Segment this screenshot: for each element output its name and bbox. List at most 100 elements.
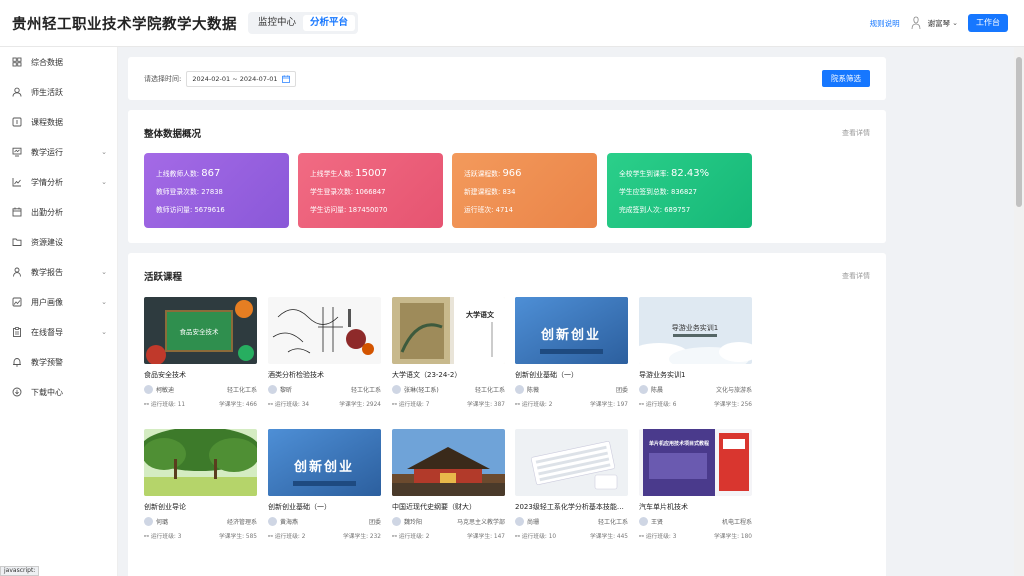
calendar-icon: [282, 74, 291, 83]
learn-students-value: 2924: [366, 402, 381, 408]
course-title[interactable]: 导游业务实训1: [639, 370, 752, 380]
department-filter-button[interactable]: 院系筛选: [822, 70, 870, 87]
course-thumbnail[interactable]: 创新创业: [268, 429, 381, 496]
sidebar-item-label: 资源建设: [31, 237, 63, 247]
sidebar-item-5[interactable]: 出勤分析: [0, 197, 117, 227]
stat-label: 上线教师人数:: [156, 170, 202, 178]
page-scrollbar[interactable]: [1014, 47, 1024, 576]
course-thumbnail[interactable]: 食品安全技术: [144, 297, 257, 364]
course-title[interactable]: 大学语文（23-24-2）: [392, 370, 505, 380]
course-item[interactable]: 中国近现代史纲要（财大） 魏玲阳 马克思主义教学部 ⚯ 运行班级: 2 学课学生: 14…: [392, 429, 505, 540]
course-title[interactable]: 创新创业导论: [144, 502, 257, 512]
sidebar-item-3[interactable]: 教学运行 ⌄: [0, 137, 117, 167]
sidebar-item-1[interactable]: 师生活跃: [0, 77, 117, 107]
sidebar-item-0[interactable]: 综合数据: [0, 47, 117, 77]
run-classes-value: 34: [301, 402, 310, 408]
sidebar-item-4[interactable]: 学情分析 ⌄: [0, 167, 117, 197]
user-avatar-icon[interactable]: [910, 16, 922, 30]
stat-label: 完成签到人次:: [619, 206, 665, 214]
sidebar-item-2[interactable]: 课程数据: [0, 107, 117, 137]
courses-detail-link[interactable]: 查看详情: [842, 271, 870, 281]
folder-icon: [12, 238, 22, 246]
course-item[interactable]: 大学语文 大学语文（23-24-2） 张琳(轻工系) 轻工化工系 ⚯ 运行班级: 7 学课…: [392, 297, 505, 408]
chevron-down-icon[interactable]: ⌄: [101, 328, 107, 336]
scrollbar-thumb[interactable]: [1016, 57, 1022, 207]
sidebar-item-7[interactable]: 教学报告 ⌄: [0, 257, 117, 287]
sidebar-item-6[interactable]: 资源建设: [0, 227, 117, 257]
teacher-name: 黄海燕: [280, 519, 299, 526]
course-thumbnail[interactable]: [144, 429, 257, 496]
course-item[interactable]: 食品安全技术 食品安全技术 柯敏迪 轻工化工系 ⚯ 运行班级: 11 学课学生: 466: [144, 297, 257, 408]
course-thumbnail[interactable]: [268, 297, 381, 364]
stat-row: 学生访问量: 187450070: [310, 201, 443, 219]
course-item[interactable]: 2023级轻工系化学分析基本技能训练（甲） 尚珊 轻工化工系 ⚯ 运行班级: 10 学课…: [515, 429, 628, 540]
people-icon: ⚯: [515, 402, 522, 408]
rule-link[interactable]: 规则说明: [870, 18, 900, 29]
sidebar-item-8[interactable]: 用户画像 ⌄: [0, 287, 117, 317]
course-meta: 陈晨 文化与旅游系: [639, 385, 752, 394]
course-thumbnail[interactable]: 单片机应用技术项目式教程: [639, 429, 752, 496]
chevron-down-icon[interactable]: ⌄: [101, 268, 107, 276]
course-title[interactable]: 食品安全技术: [144, 370, 257, 380]
mode-analysis-button[interactable]: 分析平台: [303, 15, 356, 31]
run-classes: ⚯ 运行班级: 10: [515, 531, 556, 540]
course-title[interactable]: 创新创业基础（一）: [515, 370, 628, 380]
learn-students-label: 学课学生:: [339, 402, 367, 408]
course-stats: ⚯ 运行班级: 10 学课学生: 445: [515, 531, 628, 540]
learn-students: 学课学生: 466: [219, 399, 257, 408]
course-department: 轻工化工系: [226, 387, 257, 394]
user-name[interactable]: 谢富琴: [928, 18, 951, 29]
course-title[interactable]: 2023级轻工系化学分析基本技能训练（甲）: [515, 502, 628, 512]
course-item[interactable]: 导游业务实训1 导游业务实训1 陈晨 文化与旅游系 ⚯ 运行班级: 6 学课学生: 256: [639, 297, 752, 408]
course-department: 轻工化工系: [474, 387, 505, 394]
line-chart-icon: [12, 178, 21, 187]
course-item[interactable]: 酒类分析检验技术 黎昕 轻工化工系 ⚯ 运行班级: 34 学课学生: 2924: [268, 297, 381, 408]
course-item[interactable]: 单片机应用技术项目式教程 汽车单片机技术 王贤 机电工程系 ⚯ 运行班级: 3 学课学生:…: [639, 429, 752, 540]
course-title[interactable]: 创新创业基础（一）: [268, 502, 381, 512]
course-stats: ⚯ 运行班级: 7 学课学生: 387: [392, 399, 505, 408]
sidebar-item-label: 出勤分析: [31, 207, 63, 217]
stat-row: 上线学生人数: 15007: [310, 165, 443, 183]
stat-value: 187450070: [348, 206, 388, 214]
stat-label: 学生应签到总数:: [619, 188, 672, 196]
user-icon: [12, 87, 22, 97]
chevron-down-icon[interactable]: ⌄: [101, 178, 107, 186]
course-thumbnail[interactable]: 大学语文: [392, 297, 505, 364]
run-classes-label: 运行班级:: [521, 534, 549, 540]
course-stats: ⚯ 运行班级: 2 学课学生: 147: [392, 531, 505, 540]
filter-card: 请选择时间: 2024-02-01 ~ 2024-07-01 院系筛选: [128, 57, 886, 100]
chevron-down-icon[interactable]: ⌄: [101, 148, 107, 156]
course-item[interactable]: 创新创业导论 何璐 经济管理系 ⚯ 运行班级: 3 学课学生: 585: [144, 429, 257, 540]
course-title[interactable]: 汽车单片机技术: [639, 502, 752, 512]
chevron-down-icon[interactable]: ⌄: [952, 19, 958, 27]
course-title[interactable]: 中国近现代史纲要（财大）: [392, 502, 505, 512]
workbench-button[interactable]: 工作台: [968, 14, 1008, 32]
people-icon: ⚯: [639, 402, 646, 408]
teacher-avatar: [144, 517, 153, 526]
chevron-down-icon[interactable]: ⌄: [101, 298, 107, 306]
date-range-picker[interactable]: 2024-02-01 ~ 2024-07-01: [186, 70, 297, 87]
stat-label: 教师访问量:: [156, 206, 195, 214]
course-thumbnail[interactable]: 导游业务实训1: [639, 297, 752, 364]
stat-value: 5679616: [194, 206, 225, 214]
course-meta: 何璐 经济管理系: [144, 517, 257, 526]
course-thumbnail[interactable]: [515, 429, 628, 496]
sidebar-item-label: 下载中心: [31, 387, 63, 397]
course-stats: ⚯ 运行班级: 6 学课学生: 256: [639, 399, 752, 408]
thumb-caption: 创新创业: [293, 459, 354, 475]
sidebar-item-9[interactable]: 在线督导 ⌄: [0, 317, 117, 347]
course-item[interactable]: 创新创业 创新创业基础（一） 黄海燕 团委 ⚯ 运行班级: 2 学课学生: 232: [268, 429, 381, 540]
course-item[interactable]: 创新创业 创新创业基础（一） 陈薇 团委 ⚯ 运行班级: 2 学课学生: 197: [515, 297, 628, 408]
stat-label: 全校学生到课率:: [619, 170, 672, 178]
mode-monitor-button[interactable]: 监控中心: [251, 15, 303, 31]
run-classes-value: 3: [177, 534, 182, 540]
course-title[interactable]: 酒类分析检验技术: [268, 370, 381, 380]
course-thumbnail[interactable]: 创新创业: [515, 297, 628, 364]
sidebar-item-11[interactable]: 下载中心: [0, 377, 117, 407]
run-classes: ⚯ 运行班级: 7: [392, 399, 429, 408]
sidebar-item-10[interactable]: 教学预警: [0, 347, 117, 377]
course-thumbnail[interactable]: [392, 429, 505, 496]
learn-students: 学课学生: 147: [467, 531, 505, 540]
overview-detail-link[interactable]: 查看详情: [842, 128, 870, 138]
active-courses-card: 活跃课程 查看详情 食品安全技术 食品安全技术 柯敏迪 轻工化工系 ⚯ 运行班级: 11…: [128, 253, 886, 576]
